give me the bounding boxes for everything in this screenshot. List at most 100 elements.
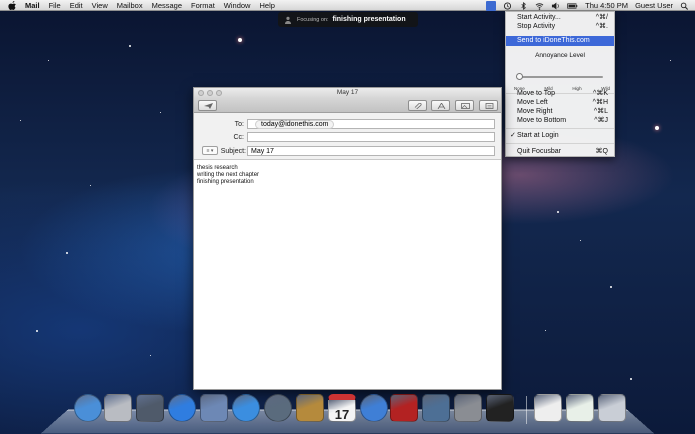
time-machine-icon[interactable] bbox=[503, 1, 512, 10]
close-button[interactable] bbox=[198, 90, 204, 96]
menu-item-label: Move to Top bbox=[517, 90, 556, 97]
photo-booth-icon[interactable] bbox=[390, 394, 418, 422]
window-titlebar[interactable]: May 17 bbox=[194, 88, 501, 98]
menu-item-stop-activity[interactable]: Stop Activity ^⌘. bbox=[506, 22, 614, 31]
focusbar-hud[interactable]: Focusing on: finishing presentation bbox=[278, 12, 418, 27]
compose-toolbar bbox=[194, 98, 501, 113]
compose-window: May 17 To: today@idonethis.com Cc: ≡ ▾ S… bbox=[193, 87, 502, 390]
focusbar-menu: Start Activity... ^⌘/ Stop Activity ^⌘. … bbox=[505, 11, 615, 157]
menu-app-name[interactable]: Mail bbox=[25, 0, 40, 11]
minimize-button[interactable] bbox=[207, 90, 213, 96]
menu-separator bbox=[506, 143, 614, 144]
menu-item-start-at-login[interactable]: ✓ Start at Login bbox=[506, 131, 614, 140]
person-icon bbox=[285, 16, 291, 24]
body-line: finishing presentation bbox=[197, 179, 254, 185]
to-label: To: bbox=[234, 121, 244, 128]
focusbar-menu-icon[interactable] bbox=[486, 0, 497, 11]
send-button[interactable] bbox=[198, 100, 217, 111]
finder-icon[interactable] bbox=[74, 394, 102, 422]
bluetooth-icon[interactable] bbox=[519, 1, 528, 10]
checkmark-icon: ✓ bbox=[510, 132, 516, 139]
send-icon bbox=[204, 103, 213, 109]
menu-item-label: Start at Login bbox=[517, 132, 559, 139]
zoom-button[interactable] bbox=[216, 90, 222, 96]
facetime-icon[interactable] bbox=[264, 394, 292, 422]
menu-item-move-to-bottom[interactable]: Move to Bottom ^⌘J bbox=[506, 116, 614, 125]
itunes-icon[interactable] bbox=[360, 394, 388, 422]
account-menu-button[interactable]: ≡ ▾ bbox=[202, 146, 218, 155]
menu-view[interactable]: View bbox=[92, 0, 108, 11]
menubar-clock[interactable]: Thu 4:50 PM bbox=[585, 1, 628, 10]
star bbox=[580, 240, 581, 241]
menubar-user[interactable]: Guest User bbox=[635, 1, 673, 10]
ical-icon[interactable]: 17 bbox=[328, 394, 356, 422]
launchpad-icon[interactable] bbox=[104, 394, 132, 422]
trash-icon[interactable] bbox=[598, 394, 626, 422]
to-field[interactable]: today@idonethis.com bbox=[247, 119, 495, 129]
star bbox=[129, 45, 131, 47]
menu-item-move-to-top[interactable]: Move to Top ^⌘K bbox=[506, 89, 614, 98]
app-store-icon[interactable] bbox=[168, 394, 196, 422]
menu-edit[interactable]: Edit bbox=[70, 0, 83, 11]
dock-separator bbox=[526, 396, 527, 424]
paperclip-icon bbox=[414, 103, 422, 109]
star bbox=[20, 120, 21, 121]
cc-field[interactable] bbox=[247, 132, 495, 142]
star bbox=[557, 211, 559, 213]
wifi-icon[interactable] bbox=[535, 2, 544, 10]
star bbox=[48, 60, 49, 61]
menu-item-shortcut: ^⌘L bbox=[593, 108, 608, 115]
menu-item-start-activity[interactable]: Start Activity... ^⌘/ bbox=[506, 13, 614, 22]
compose-headers: To: today@idonethis.com Cc: ≡ ▾ Subject:… bbox=[194, 113, 501, 160]
battery-icon[interactable] bbox=[567, 2, 578, 10]
star bbox=[610, 286, 612, 288]
annoyance-level-label: Annoyance Level bbox=[535, 52, 585, 59]
star bbox=[670, 60, 671, 61]
annoyance-level-slider[interactable] bbox=[516, 73, 603, 80]
star bbox=[655, 126, 659, 130]
menu-item-label: Send to iDoneThis.com bbox=[517, 37, 590, 44]
menu-item-move-left[interactable]: Move Left ^⌘H bbox=[506, 98, 614, 107]
menu-help[interactable]: Help bbox=[259, 0, 274, 11]
body-line: writing the next chapter bbox=[197, 172, 260, 178]
document-icon[interactable] bbox=[534, 394, 562, 422]
iphoto-icon[interactable] bbox=[422, 394, 450, 422]
menu-separator bbox=[506, 128, 614, 129]
terminal-icon[interactable] bbox=[486, 394, 514, 422]
photo-browser-button[interactable] bbox=[455, 100, 474, 111]
menu-window[interactable]: Window bbox=[224, 0, 251, 11]
menu-item-shortcut: ^⌘. bbox=[595, 23, 608, 30]
menu-item-send-to-idonethis[interactable]: Send to iDoneThis.com bbox=[506, 36, 614, 46]
window-title: May 17 bbox=[336, 89, 359, 96]
document-2-icon[interactable] bbox=[566, 394, 594, 422]
subject-field[interactable]: May 17 bbox=[247, 146, 495, 156]
cc-label: Cc: bbox=[233, 134, 245, 141]
photo-icon bbox=[461, 103, 470, 109]
attach-button[interactable] bbox=[408, 100, 427, 111]
stationery-button[interactable] bbox=[479, 100, 498, 111]
address-book-icon[interactable] bbox=[296, 394, 324, 422]
menu-item-shortcut: ^⌘H bbox=[592, 99, 608, 106]
slider-knob[interactable] bbox=[516, 73, 523, 80]
menu-item-move-right[interactable]: Move Right ^⌘L bbox=[506, 107, 614, 116]
preview-icon[interactable] bbox=[200, 394, 228, 422]
apple-icon[interactable] bbox=[8, 0, 17, 10]
menu-message[interactable]: Message bbox=[152, 0, 182, 11]
safari-icon[interactable] bbox=[232, 394, 260, 422]
menu-item-quit-focusbar[interactable]: Quit Focusbar ⌘Q bbox=[506, 147, 614, 156]
menu-item-shortcut: ^⌘/ bbox=[595, 14, 608, 21]
spotlight-search-icon[interactable] bbox=[680, 2, 689, 10]
message-body[interactable]: thesis research writing the next chapter… bbox=[197, 165, 259, 186]
mission-control-icon[interactable] bbox=[136, 394, 164, 422]
menu-bar: Mail File Edit View Mailbox Message Form… bbox=[0, 0, 695, 11]
system-preferences-icon[interactable] bbox=[454, 394, 482, 422]
recipient-token[interactable]: today@idonethis.com bbox=[255, 120, 335, 129]
fonts-button[interactable] bbox=[431, 100, 450, 111]
menu-item-label: Move to Bottom bbox=[517, 117, 567, 124]
menu-item-label: Quit Focusbar bbox=[517, 148, 561, 155]
volume-icon[interactable] bbox=[551, 1, 560, 10]
menu-format[interactable]: Format bbox=[191, 0, 215, 11]
menu-mailbox[interactable]: Mailbox bbox=[117, 0, 143, 11]
menu-item-shortcut: ⌘Q bbox=[595, 148, 608, 155]
menu-file[interactable]: File bbox=[49, 0, 61, 11]
